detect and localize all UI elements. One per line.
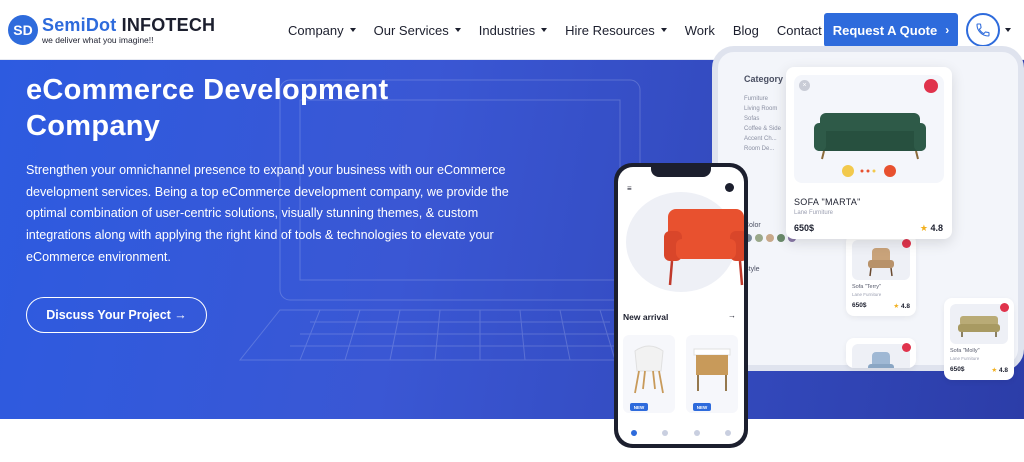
- heart-icon: [924, 79, 938, 93]
- tablet-category-list: Furniture Living Room Sofas Coffee & Sid…: [744, 94, 781, 154]
- nav-label: Our Services: [373, 22, 449, 38]
- logo-mark: SD: [8, 15, 38, 45]
- product-price: 650$: [950, 366, 965, 373]
- logo[interactable]: SD SemiDot INFOTECH we deliver what you …: [8, 14, 215, 46]
- search-icon: [662, 430, 669, 436]
- new-badge: NEW: [693, 403, 711, 411]
- product-maker: Lane Furniture: [950, 356, 980, 361]
- nav-label: Industries: [478, 22, 536, 38]
- rating-value: 4.8: [900, 303, 910, 310]
- hero-description: Strengthen your omnichannel presence to …: [26, 163, 509, 264]
- nav-label: Work: [684, 22, 715, 38]
- logo-brand-part2: INFOTECH: [121, 14, 216, 35]
- home-icon: [630, 430, 637, 436]
- logo-brand-part1: SemiDot: [42, 14, 122, 35]
- rating-value: 4.8: [998, 367, 1008, 374]
- featured-product-card: × SOFA "MARTA" Lane Furniture 650$ ★ 4.8: [786, 67, 952, 239]
- armchair-icon: [664, 209, 744, 286]
- product-card: [846, 338, 916, 368]
- sofa-icon: [958, 316, 1000, 337]
- chevron-down-icon: [541, 28, 548, 32]
- nav-company[interactable]: Company: [288, 23, 356, 38]
- nav-hire-resources[interactable]: Hire Resources: [565, 23, 667, 38]
- nav-label: Company: [288, 22, 344, 38]
- product-image: [852, 240, 910, 280]
- chevron-down-icon: [454, 28, 461, 32]
- product-rating: ★ 4.8: [991, 366, 1008, 374]
- product-name: Sofa "Terry": [852, 284, 881, 290]
- new-arrival-title: New arrival: [623, 312, 669, 322]
- new-badge: NEW: [630, 403, 648, 411]
- nav-our-services[interactable]: Our Services: [374, 23, 461, 38]
- chair-icon: [634, 345, 664, 394]
- featured-product-price: 650$: [794, 223, 815, 233]
- profile-icon: [725, 430, 732, 436]
- close-icon: ×: [799, 80, 810, 91]
- featured-product-rating: ★ 4.8: [920, 223, 943, 234]
- nav-label: Blog: [732, 22, 759, 38]
- product-maker: Lane Furniture: [852, 292, 882, 297]
- star-icon: ★: [991, 367, 998, 374]
- side-table-icon: [693, 348, 731, 391]
- nav-work[interactable]: Work: [685, 23, 715, 38]
- cart-icon: [725, 183, 734, 192]
- chevron-down-icon: [349, 28, 356, 32]
- request-quote-button[interactable]: Request A Quote ›: [824, 13, 958, 47]
- phone-screen: ≡ New arrival → NEW NEW: [618, 167, 744, 444]
- star-icon: ★: [893, 303, 900, 310]
- product-rating: ★ 4.8: [893, 302, 910, 310]
- product-card: Sofa "Terry" Lane Furniture 650$ ★ 4.8: [846, 234, 916, 316]
- nav-industries[interactable]: Industries: [478, 22, 548, 38]
- page: SD SemiDot INFOTECH we deliver what you …: [0, 0, 1024, 462]
- category-item: Room De...: [744, 146, 775, 152]
- category-item: Living Room: [744, 106, 778, 112]
- featured-product-maker: Lane Furniture: [794, 210, 834, 216]
- featured-product-name: SOFA "MARTA": [794, 197, 861, 207]
- logo-brand: SemiDot INFOTECH: [42, 16, 215, 34]
- product-image: [950, 304, 1008, 344]
- heart-icon: [902, 343, 911, 352]
- phone-tab-bar: [618, 422, 744, 444]
- color-swatch: [755, 234, 763, 242]
- phone-button[interactable]: [966, 13, 1000, 47]
- category-item: Sofas: [744, 116, 760, 122]
- discuss-project-button[interactable]: Discuss Your Project →: [26, 297, 207, 333]
- star-icon: ★: [919, 223, 928, 233]
- color-swatch: [777, 234, 785, 242]
- heart-icon: [693, 430, 700, 436]
- featured-product-image: [794, 75, 944, 183]
- request-quote-label: Request A Quote: [832, 22, 938, 38]
- color-swatch: [766, 234, 774, 242]
- heart-icon: [902, 239, 911, 248]
- category-item: Coffee & Side: [744, 126, 781, 132]
- phone-product-card: NEW: [686, 335, 738, 413]
- product-price: 650$: [852, 302, 867, 309]
- arrow-right-icon: →: [728, 311, 736, 320]
- menu-icon: ≡: [627, 184, 632, 193]
- phone-product-card: NEW: [623, 335, 675, 413]
- category-item: Furniture: [744, 96, 769, 102]
- logo-tagline: we deliver what you imagine!!: [42, 34, 154, 45]
- tablet-category-title: Category: [744, 74, 784, 84]
- phone-notch: [651, 167, 711, 177]
- phone-icon: [976, 23, 990, 37]
- chevron-down-icon: [660, 28, 667, 32]
- heart-icon: [1000, 303, 1009, 312]
- chevron-right-icon: ›: [945, 23, 950, 37]
- phone-mockup: ≡ New arrival → NEW NEW: [614, 163, 748, 448]
- armchair-icon: [868, 248, 894, 277]
- product-name: Sofa "Molly": [950, 348, 980, 354]
- logo-text: SemiDot INFOTECH we deliver what you ima…: [42, 16, 215, 45]
- hero-title: eCommerce Development Company: [26, 74, 389, 142]
- phone-dropdown-icon[interactable]: [1005, 28, 1011, 32]
- product-card: Sofa "Molly" Lane Furniture 650$ ★ 4.8: [944, 298, 1014, 380]
- nav-label: Hire Resources: [565, 22, 655, 38]
- rating-value: 4.8: [930, 223, 943, 233]
- category-item: Accent Ch...: [744, 136, 777, 142]
- sofa-icon: [814, 113, 926, 177]
- nav-blog[interactable]: Blog: [733, 23, 759, 38]
